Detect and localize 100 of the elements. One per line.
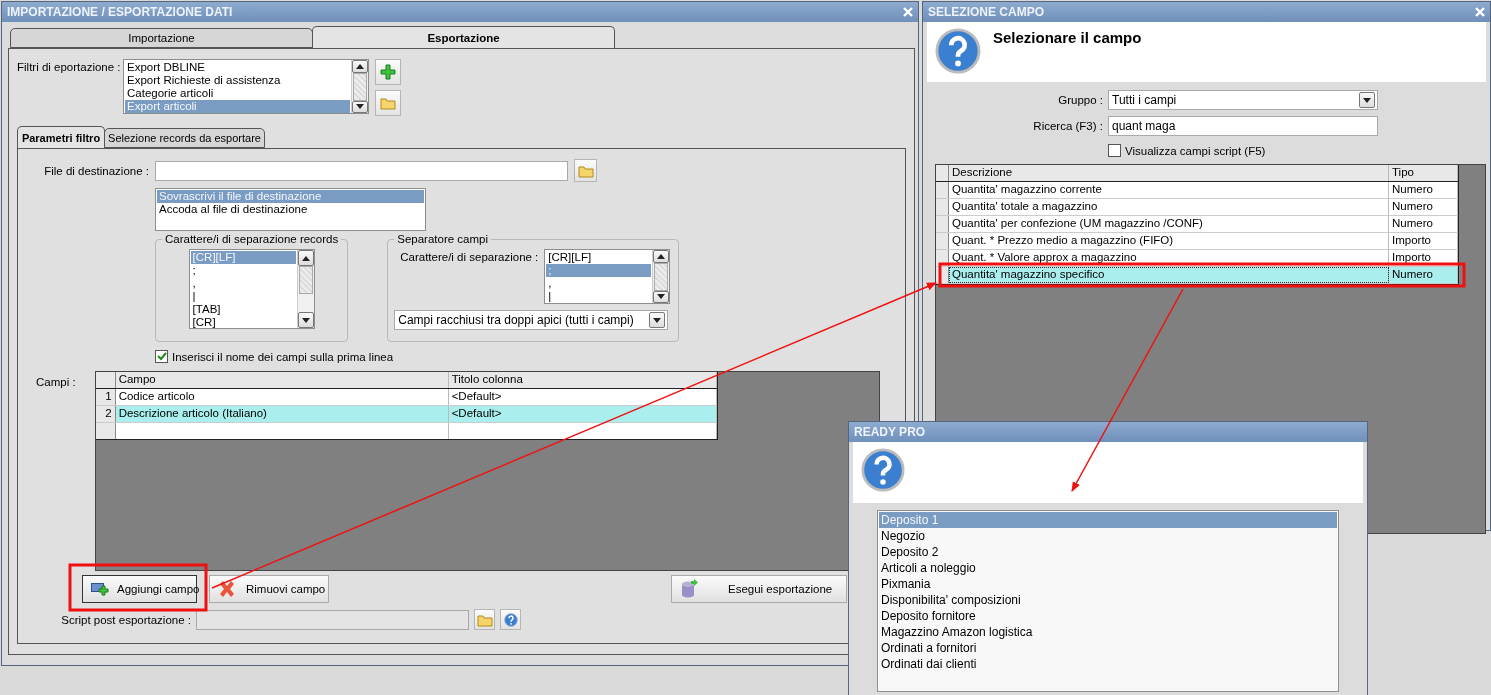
list-item[interactable]: Deposito fornitore	[879, 608, 1337, 624]
table-cell: Numero	[1389, 267, 1458, 283]
list-item[interactable]: Ordinati dai clienti	[879, 656, 1337, 672]
list-item[interactable]: Categorie articoli	[125, 87, 350, 100]
plus-icon	[380, 64, 396, 80]
table-row[interactable]: Quantita' totale a magazzino Numero	[936, 199, 1458, 216]
list-item[interactable]: Articoli a noleggio	[879, 560, 1337, 576]
table-row[interactable]: Quant. * Prezzo medio a magazzino (FIFO) Importo	[936, 233, 1458, 250]
database-icon	[680, 579, 698, 599]
scrollbar-track[interactable]	[652, 250, 670, 303]
help-button[interactable]	[500, 609, 521, 630]
add-button[interactable]	[375, 59, 401, 85]
list-box[interactable]: [CR][LF] ; , | [TAB] [CR]	[188, 249, 315, 329]
group-dropdown[interactable]: Tutti i campi	[1108, 90, 1378, 110]
quoting-dropdown[interactable]: Campi racchiusi tra doppi apici (tutti i campi)	[394, 310, 669, 330]
checkbox-label: Inserisci il nome dei campi sulla prima linea	[172, 350, 394, 363]
scroll-thumb[interactable]	[298, 266, 313, 294]
list-item[interactable]: [CR][LF]	[546, 251, 652, 264]
list-item[interactable]: [CR]	[190, 316, 296, 328]
close-icon[interactable]	[903, 7, 913, 17]
table-row[interactable]: Quantita' magazzino specifico Numero	[936, 267, 1458, 284]
folder-icon	[476, 612, 493, 627]
list-box[interactable]: [CR][LF] ; , |	[544, 249, 671, 304]
help-icon	[503, 612, 518, 627]
scrollbar-track[interactable]	[296, 250, 314, 328]
table-row[interactable]: 2 Descrizione articolo (Italiano) <Default>	[95, 406, 717, 423]
close-icon[interactable]	[1475, 7, 1485, 17]
caret-icon	[657, 253, 666, 259]
group-title: Separatore campi	[396, 233, 489, 245]
list-item[interactable]: ;	[190, 264, 296, 277]
table-row[interactable]: 1 Codice articolo <Default>	[95, 389, 717, 406]
help-icon	[861, 448, 905, 492]
table-row[interactable]: Quantita' magazzino corrente Numero	[936, 182, 1458, 199]
scroll-down-button[interactable]	[297, 312, 314, 328]
list-box[interactable]: Sovrascrivi il file di destinazione Accoda al file di destinazione	[155, 188, 426, 231]
list-box[interactable]: Export DBLINE Export Richieste di assistenza Categorie articoli Export articoli	[123, 59, 369, 114]
folder-icon	[577, 163, 594, 178]
destination-field[interactable]	[155, 160, 568, 181]
search-field[interactable]: quant maga	[1108, 116, 1378, 136]
browse-button[interactable]	[474, 609, 495, 630]
window-title: IMPORTAZIONE / ESPORTAZIONE DATI	[7, 5, 233, 19]
tab[interactable]: Parametri filtro	[17, 126, 105, 148]
list-item[interactable]: ,	[546, 277, 652, 290]
list-item[interactable]: Pixmania	[879, 576, 1337, 592]
scroll-up-button[interactable]	[297, 250, 314, 266]
table-cell: Numero	[1389, 182, 1458, 198]
field-label: Carattere/i di separazione :	[400, 251, 539, 263]
caret-icon	[356, 104, 364, 110]
list-item[interactable]: Magazzino Amazon logistica	[879, 624, 1337, 640]
table-row[interactable]: Quantita' per confezione (UM magazzino /CONF) Numero	[936, 216, 1458, 233]
list-item[interactable]: ,	[190, 277, 296, 290]
field-label: Script post esportazione :	[60, 613, 191, 626]
table-cell: Importo	[1389, 250, 1458, 266]
table-cell: Numero	[1389, 199, 1458, 215]
column-header: Titolo colonna	[448, 372, 717, 388]
caret-icon	[653, 317, 662, 323]
field-label: Gruppo :	[1057, 94, 1103, 106]
caret-icon	[657, 294, 666, 300]
remove-field-button[interactable]: Rimuovi campo	[209, 575, 329, 603]
list-item[interactable]: Negozio	[879, 528, 1337, 544]
tab[interactable]: Selezione records da esportare	[104, 128, 265, 148]
table-cell: <Default>	[448, 406, 717, 422]
scroll-up-button[interactable]	[653, 250, 670, 263]
table-cell: <Default>	[448, 389, 717, 405]
scroll-thumb[interactable]	[353, 72, 367, 101]
column-header: Tipo	[1389, 165, 1458, 181]
caret-icon	[1363, 97, 1371, 103]
list-item[interactable]: Disponibilita' composizioni	[879, 592, 1337, 608]
list-item[interactable]: |	[190, 290, 296, 303]
list-box[interactable]: Deposito 1 Negozio Deposito 2 Articoli a noleggio Pixmania Disponibilita' composizioni Deposito fornitore Magazzino Amazon logistica Ordinati a fornitori Ordinati dai clienti	[877, 510, 1339, 692]
open-button[interactable]	[375, 90, 401, 116]
scrollbar-track[interactable]	[351, 60, 368, 113]
browse-button[interactable]	[574, 159, 597, 182]
tab[interactable]: Importazione	[10, 28, 313, 48]
check-icon	[156, 352, 167, 361]
checkbox-label: Visualizza campi script (F5)	[1125, 144, 1266, 157]
list-item[interactable]: Ordinati a fornitori	[879, 640, 1337, 656]
list-item[interactable]: Deposito 2	[879, 544, 1337, 560]
scroll-thumb[interactable]	[654, 262, 669, 291]
list-item[interactable]: Export Richieste di assistenza	[125, 74, 350, 87]
tab[interactable]: Esportazione	[312, 26, 615, 48]
list-item[interactable]: |	[546, 290, 652, 303]
group-title: Carattere/i di separazione records	[164, 233, 340, 245]
table-cell: Importo	[1389, 233, 1458, 249]
checkbox[interactable]	[1108, 144, 1121, 157]
scroll-up-button[interactable]	[352, 60, 368, 73]
table-cell: Numero	[1389, 216, 1458, 232]
list-item[interactable]: Export DBLINE	[125, 61, 350, 74]
window-title: READY PRO	[854, 425, 926, 439]
caret-icon	[301, 255, 310, 261]
help-icon	[935, 28, 981, 74]
run-export-button[interactable]: Esegui esportazione	[671, 575, 847, 603]
table-cell: Quantita' magazzino corrente	[949, 182, 1389, 198]
table-cell: Codice articolo	[115, 389, 449, 405]
list-item[interactable]: Accoda al file di destinazione	[157, 203, 424, 216]
list-item[interactable]: [TAB]	[190, 303, 296, 316]
window-title: SELEZIONE CAMPO	[928, 5, 1044, 19]
script-field[interactable]	[196, 609, 469, 630]
checkbox[interactable]	[155, 350, 168, 363]
add-field-icon	[91, 582, 109, 596]
